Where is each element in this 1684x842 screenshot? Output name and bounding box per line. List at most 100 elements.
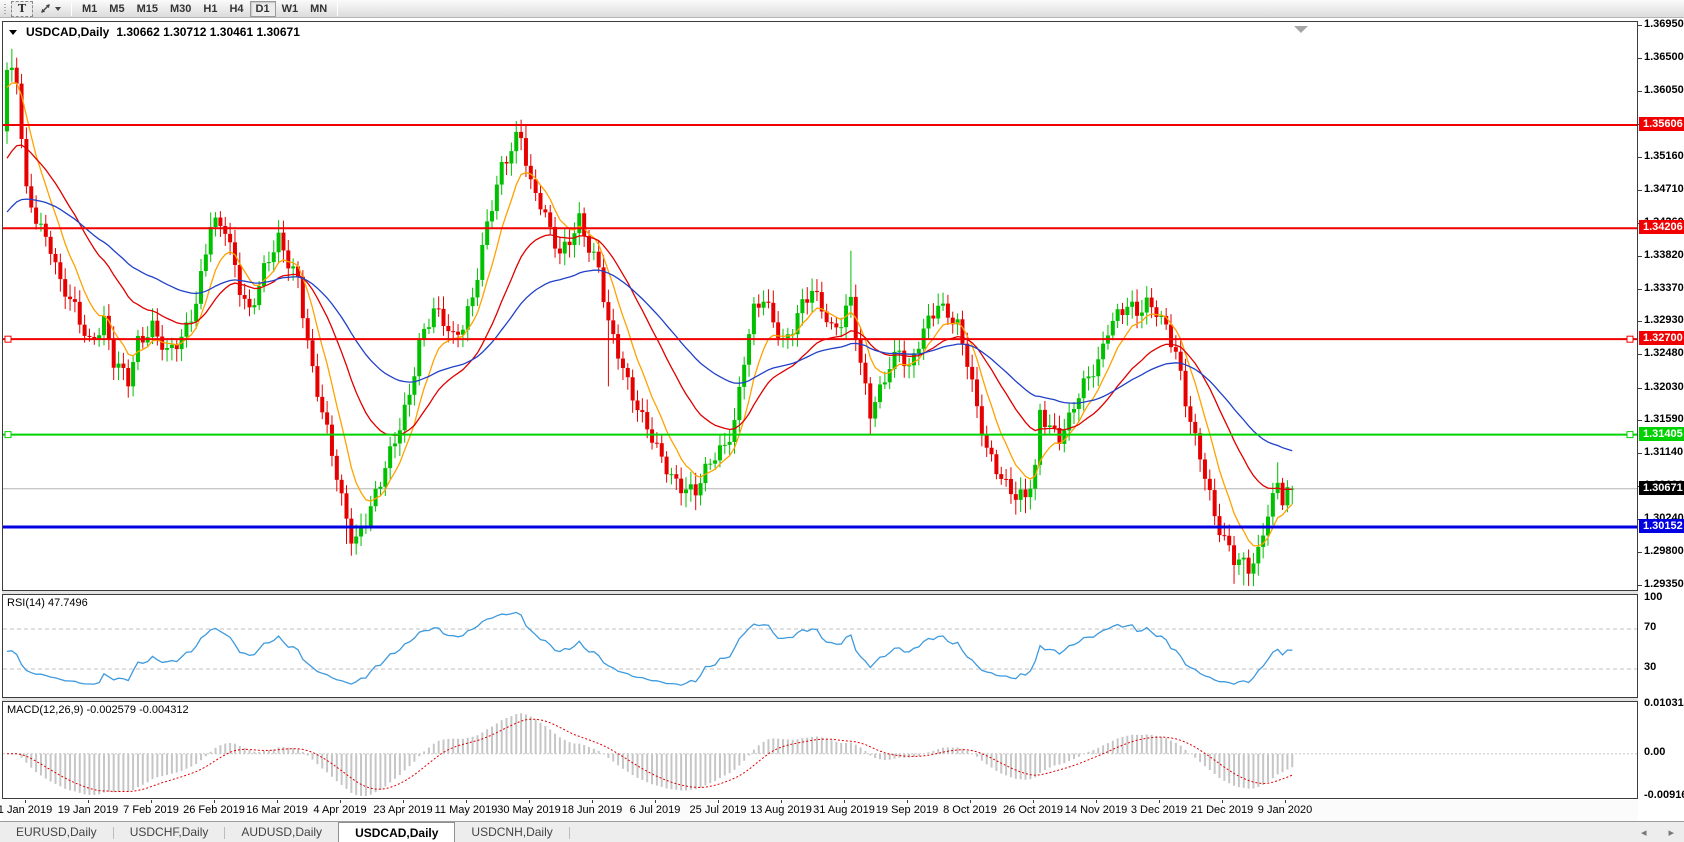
toolbar-separator xyxy=(71,1,72,16)
date-axis-label: 13 Aug 2019 xyxy=(750,804,812,816)
rsi-canvas[interactable] xyxy=(3,595,1637,697)
tab-audusd[interactable]: AUDUSD,Daily xyxy=(225,822,338,842)
date-axis-tick xyxy=(1096,800,1097,803)
chart-window: USDCAD,Daily 1.30662 1.30712 1.30461 1.30… xyxy=(0,18,1684,821)
date-axis-label: 23 Apr 2019 xyxy=(373,804,433,816)
price-axis-tick xyxy=(1638,288,1642,290)
cursor-arrows-button[interactable] xyxy=(33,1,67,17)
timeframe-mn-button[interactable]: MN xyxy=(304,1,333,17)
price-axis[interactable]: 1.369501.365001.360501.356001.351601.347… xyxy=(1638,18,1684,821)
date-axis-label: 8 Oct 2019 xyxy=(943,804,997,816)
macd-panel[interactable]: MACD(12,26,9) -0.002579 -0.004312 xyxy=(2,701,1638,799)
rsi-axis-label: 100 xyxy=(1644,591,1663,603)
date-axis-label: 11 May 2019 xyxy=(434,804,498,816)
date-axis-tick xyxy=(466,800,467,803)
chart-menu-caret-icon[interactable] xyxy=(9,29,17,35)
tab-usdcad[interactable]: USDCAD,Daily xyxy=(338,822,456,842)
price-axis-tick xyxy=(1638,255,1642,257)
macd-canvas[interactable] xyxy=(3,702,1637,798)
timeframe-m30-button[interactable]: M30 xyxy=(164,1,197,17)
price-axis-tick xyxy=(1638,25,1642,26)
timeframe-m5-button[interactable]: M5 xyxy=(103,1,130,17)
tab-scroll-left-icon[interactable]: ◂ xyxy=(1641,826,1647,839)
toolbar-grip[interactable] xyxy=(3,2,8,15)
price-axis-tick xyxy=(1638,551,1642,553)
price-axis-label: 1.36500 xyxy=(1644,51,1684,64)
price-axis-label: 1.31140 xyxy=(1644,446,1684,459)
date-axis-tick xyxy=(403,800,404,803)
dropdown-caret-icon xyxy=(55,6,61,11)
date-axis-tick xyxy=(1159,800,1160,803)
rsi-axis-label: 70 xyxy=(1644,621,1657,633)
price-axis-label: 1.32030 xyxy=(1644,380,1684,393)
timeframe-d1-button[interactable]: D1 xyxy=(249,0,276,17)
chart-title: USDCAD,Daily 1.30662 1.30712 1.30461 1.30… xyxy=(9,25,300,39)
price-axis-tick xyxy=(1638,585,1642,587)
date-axis-tick xyxy=(340,800,341,803)
timeframe-h1-button[interactable]: H1 xyxy=(197,1,223,17)
price-axis-label: 1.33820 xyxy=(1644,248,1684,261)
tab-scroll-right-icon[interactable]: ▸ xyxy=(1668,826,1674,839)
price-axis-label: 1.35160 xyxy=(1644,149,1684,162)
level-price-label[interactable]: 1.31405 xyxy=(1639,426,1684,441)
rsi-panel[interactable]: RSI(14) 47.7496 xyxy=(2,594,1638,698)
date-axis-tick xyxy=(718,800,719,803)
date-axis-tick xyxy=(214,800,215,803)
date-axis[interactable]: 1 Jan 2019 19 Jan 2019 7 Feb 2019 26 Feb 20… xyxy=(0,800,1638,821)
chart-shift-marker-icon[interactable] xyxy=(1294,26,1308,33)
tab-usdcnh[interactable]: USDCNH,Daily xyxy=(455,822,568,842)
date-axis-label: 26 Feb 2019 xyxy=(183,804,245,816)
macd-axis-label: 0.00 xyxy=(1644,745,1666,758)
diagonal-arrows-icon xyxy=(41,4,50,13)
tab-eurusd[interactable]: EURUSD,Daily xyxy=(0,822,113,842)
date-axis-label: 25 Jul 2019 xyxy=(689,804,747,816)
rsi-label: RSI(14) 47.7496 xyxy=(7,597,88,609)
tab-usdchf[interactable]: USDCHF,Daily xyxy=(114,822,225,842)
timeframe-h4-button[interactable]: H4 xyxy=(223,1,249,17)
date-axis-label: 1 Jan 2019 xyxy=(0,804,53,816)
level-price-label[interactable]: 1.34206 xyxy=(1639,220,1684,235)
price-axis-label: 1.32480 xyxy=(1644,347,1684,360)
price-chart-panel[interactable]: USDCAD,Daily 1.30662 1.30712 1.30461 1.30… xyxy=(2,21,1638,591)
price-chart-canvas[interactable] xyxy=(3,22,1637,590)
tab-separator xyxy=(568,827,570,839)
timeframe-m1-button[interactable]: M1 xyxy=(76,1,103,17)
toolbar-separator xyxy=(337,1,339,16)
date-axis-tick xyxy=(907,800,908,803)
macd-axis-label: 0.010314 xyxy=(1644,697,1684,709)
date-axis-label: 7 Feb 2019 xyxy=(123,804,179,816)
price-axis-label: 1.36950 xyxy=(1644,18,1684,30)
price-axis-tick xyxy=(1638,354,1642,356)
tab-scroll-arrows: ◂ ▸ xyxy=(1641,826,1674,839)
price-axis-tick xyxy=(1638,91,1642,93)
macd-label: MACD(12,26,9) -0.002579 -0.004312 xyxy=(7,704,189,716)
date-axis-label: 31 Aug 2019 xyxy=(813,804,875,816)
date-axis-tick xyxy=(1033,800,1034,803)
rsi-axis-label: 30 xyxy=(1644,661,1657,673)
price-axis-tick xyxy=(1638,156,1642,158)
level-price-label[interactable]: 1.35606 xyxy=(1639,117,1684,132)
price-axis-label: 1.34710 xyxy=(1644,183,1684,196)
date-axis-label: 6 Jul 2019 xyxy=(629,804,681,816)
timeframe-m15-button[interactable]: M15 xyxy=(131,1,164,17)
price-axis-tick xyxy=(1638,453,1642,455)
text-tool-button[interactable]: T xyxy=(11,0,33,17)
date-axis-tick xyxy=(781,800,782,803)
top-toolbar: T M1 M5 M15 M30 H1 H4 D1 W1 MN xyxy=(0,0,1684,18)
date-axis-tick xyxy=(151,800,152,803)
price-axis-tick xyxy=(1638,190,1642,192)
date-axis-label: 9 Jan 2020 xyxy=(1257,804,1313,816)
date-axis-label: 26 Oct 2019 xyxy=(1003,804,1063,816)
date-axis-tick xyxy=(970,800,971,803)
price-axis-tick xyxy=(1638,321,1642,323)
date-axis-tick xyxy=(844,800,845,803)
level-price-label[interactable]: 1.30152 xyxy=(1639,518,1684,533)
price-axis-label: 1.29800 xyxy=(1644,544,1684,557)
level-price-label[interactable]: 1.32700 xyxy=(1639,331,1684,346)
date-axis-tick xyxy=(592,800,593,803)
price-axis-label: 1.33370 xyxy=(1644,281,1684,294)
price-axis-tick xyxy=(1638,387,1642,389)
date-axis-label: 18 Jun 2019 xyxy=(561,804,623,816)
price-axis-label: 1.32930 xyxy=(1644,314,1684,327)
timeframe-w1-button[interactable]: W1 xyxy=(276,1,305,17)
